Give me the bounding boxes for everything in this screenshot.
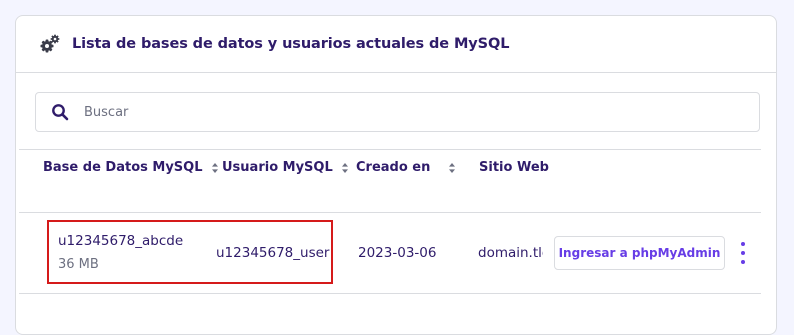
kebab-dot xyxy=(741,251,745,255)
open-phpmyadmin-button[interactable]: Ingresar a phpMyAdmin xyxy=(554,236,725,270)
sort-icon xyxy=(211,162,218,173)
website-domain: domain.tld xyxy=(478,245,543,261)
column-header-database[interactable]: Base de Datos MySQL xyxy=(43,160,219,175)
sort-icon xyxy=(449,162,456,173)
kebab-menu-icon[interactable] xyxy=(736,242,750,264)
database-user: u12345678_user xyxy=(216,245,330,261)
databases-card: Lista de bases de datos y usuarios actua… xyxy=(15,15,777,335)
column-header-label: Base de Datos MySQL xyxy=(43,160,203,175)
column-header-user[interactable]: Usuario MySQL xyxy=(222,160,349,175)
kebab-dot xyxy=(741,242,745,246)
column-header-website: Sitio Web xyxy=(479,160,549,175)
table-top-divider xyxy=(19,149,761,150)
card-title: Lista de bases de datos y usuarios actua… xyxy=(72,36,510,52)
card-header: Lista de bases de datos y usuarios actua… xyxy=(16,16,776,73)
column-header-label: Sitio Web xyxy=(479,160,549,175)
table-row-divider xyxy=(19,293,761,294)
sort-icon xyxy=(341,162,348,173)
search-icon xyxy=(51,103,69,121)
kebab-dot xyxy=(741,260,745,264)
table-header-divider xyxy=(19,212,761,213)
created-date: 2023-03-06 xyxy=(358,245,437,261)
search-box[interactable] xyxy=(35,92,760,132)
search-input[interactable] xyxy=(84,93,759,131)
database-size: 36 MB xyxy=(58,257,99,272)
column-header-label: Creado en xyxy=(356,160,431,175)
column-header-created[interactable]: Creado en xyxy=(356,160,456,175)
gears-icon xyxy=(39,33,61,55)
column-header-label: Usuario MySQL xyxy=(222,160,333,175)
database-name: u12345678_abcde xyxy=(58,233,184,249)
